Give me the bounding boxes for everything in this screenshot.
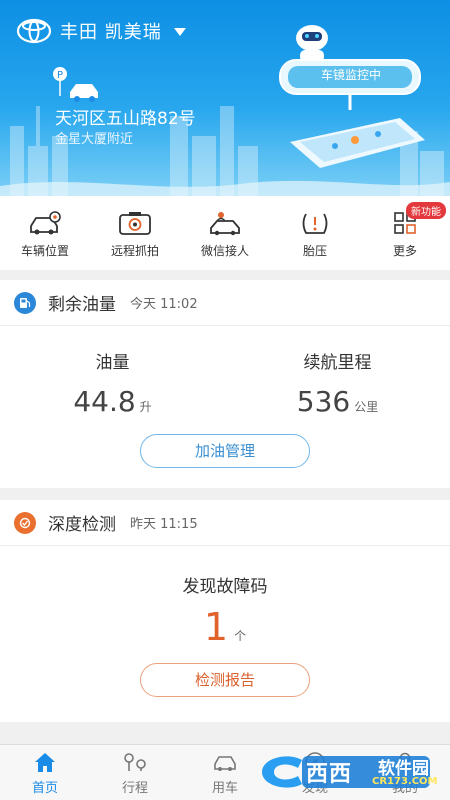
route-icon — [124, 753, 146, 771]
tab-route[interactable]: 行程 — [90, 745, 180, 800]
tire-pressure-icon — [302, 213, 328, 234]
action-remote-snapshot[interactable]: 远程抓拍 — [90, 196, 180, 259]
action-wechat-pickup[interactable]: 微信接人 — [180, 196, 270, 259]
watermark-text: 西西 — [306, 762, 353, 787]
toyota-logo-icon — [16, 18, 52, 44]
diagnostic-icon — [14, 511, 36, 534]
action-label: 远程抓拍 — [110, 244, 159, 258]
fault-count-row: 1个 — [0, 605, 450, 649]
fuel-card-title: 剩余油量 — [48, 295, 116, 315]
chevron-down-icon — [173, 28, 186, 36]
car-location-icon — [30, 211, 61, 235]
camera-icon — [119, 212, 151, 235]
header-wave-divider — [0, 180, 450, 196]
action-label: 更多 — [392, 244, 417, 258]
vehicle-address: 天河区五山路82号 — [55, 109, 196, 129]
fuel-card-header: 剩余油量 今天 11:02 — [0, 280, 450, 326]
car-icon — [214, 756, 236, 771]
range-value-row: 536 公里 — [225, 385, 450, 418]
diagnostic-card-time: 昨天 11:15 — [130, 517, 198, 532]
quick-actions-bar: 车辆位置 远程抓拍 微信接人 胎压 新功能 更多 — [0, 196, 450, 270]
mirror-monitor-illustration[interactable] — [260, 22, 440, 182]
tab-label: 行程 — [121, 781, 148, 796]
fuel-unit: 升 — [139, 400, 152, 414]
action-car-location[interactable]: 车辆位置 — [0, 196, 90, 259]
vehicle-selector[interactable]: 丰田 凯美瑞 — [16, 18, 186, 44]
range-unit: 公里 — [354, 400, 379, 414]
fuel-value: 44.8 — [73, 385, 136, 418]
home-icon — [35, 753, 55, 772]
fuel-pump-icon — [14, 291, 36, 314]
tab-car[interactable]: 用车 — [180, 745, 270, 800]
watermark-site: CR173.COM — [372, 776, 438, 787]
action-label: 胎压 — [302, 244, 327, 258]
fuel-card-time: 今天 11:02 — [130, 297, 198, 312]
monitor-status-label: 车镜监控中 — [320, 68, 381, 82]
fuel-value-row: 44.8 升 — [0, 385, 225, 418]
tab-label: 首页 — [31, 781, 58, 796]
tab-home[interactable]: 首页 — [0, 745, 90, 800]
tab-label: 用车 — [211, 781, 238, 796]
diagnostic-card-header: 深度检测 昨天 11:15 — [0, 500, 450, 546]
diagnostic-card-title: 深度检测 — [48, 515, 116, 535]
action-more[interactable]: 新功能 更多 — [360, 196, 450, 259]
fault-count: 1 — [203, 605, 229, 649]
action-tire-pressure[interactable]: 胎压 — [270, 196, 360, 259]
svg-text:P: P — [57, 70, 63, 81]
parking-car-icon: P — [53, 67, 98, 102]
new-feature-badge: 新功能 — [406, 202, 446, 219]
range-stat: 续航里程 536 公里 — [225, 326, 450, 426]
diagnostic-report-button[interactable]: 检测报告 — [140, 663, 310, 697]
vehicle-name: 丰田 凯美瑞 — [60, 22, 162, 43]
range-label: 续航里程 — [303, 353, 372, 373]
action-label: 微信接人 — [200, 244, 249, 258]
wechat-pickup-icon — [210, 212, 240, 236]
vehicle-landmark: 金星大厦附近 — [55, 132, 134, 147]
fuel-stats: 油量 44.8 升 续航里程 536 公里 — [0, 326, 450, 426]
fuel-stat: 油量 44.8 升 — [0, 326, 225, 426]
fuel-label: 油量 — [95, 353, 130, 373]
refuel-management-button[interactable]: 加油管理 — [140, 434, 310, 468]
fault-unit: 个 — [234, 629, 247, 643]
action-label: 车辆位置 — [20, 244, 69, 258]
diagnostic-card: 深度检测 昨天 11:15 发现故障码 1个 检测报告 — [0, 500, 450, 722]
fuel-card: 剩余油量 今天 11:02 油量 44.8 升 续航里程 536 公里 加油管理 — [0, 280, 450, 488]
header-banner: 丰田 凯美瑞 P 天河区五山路82号 金星大厦附近 车镜监控中 — [0, 0, 450, 196]
range-value: 536 — [296, 385, 351, 418]
fault-code-label: 发现故障码 — [182, 577, 268, 597]
